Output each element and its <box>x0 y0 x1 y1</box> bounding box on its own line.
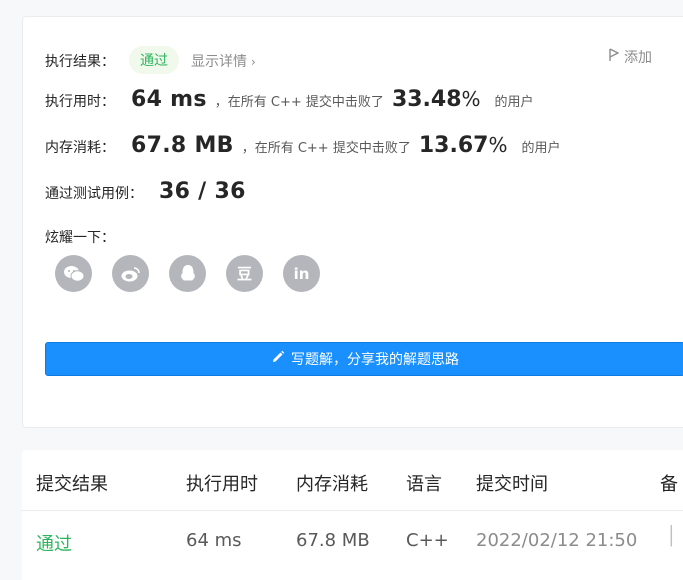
runtime-percent: 33.48 <box>391 87 462 112</box>
row-notes-divider: │ <box>666 526 677 547</box>
runtime-beat-text: ，在所有 C++ 提交中击败了 <box>214 95 384 110</box>
header-notes: 备 <box>660 474 678 495</box>
douban-icon[interactable]: 豆 <box>226 255 263 292</box>
show-details-label: 显示详情 <box>191 54 247 70</box>
status-badge: 通过 <box>129 46 179 74</box>
header-memory: 内存消耗 <box>296 474 368 495</box>
linkedin-icon[interactable]: in <box>283 255 320 292</box>
wechat-icon[interactable] <box>55 255 92 292</box>
table-header: 提交结果 执行用时 内存消耗 语言 提交时间 备 <box>22 450 683 511</box>
row-runtime: 64 ms <box>186 530 242 551</box>
runtime-label: 执行用时： <box>45 94 115 110</box>
runtime-suffix: 的用户 <box>494 95 534 110</box>
memory-label: 内存消耗： <box>45 140 115 156</box>
memory-suffix: 的用户 <box>521 141 561 156</box>
douban-glyph: 豆 <box>236 265 252 283</box>
add-to-list-label: 添加 <box>624 50 652 66</box>
memory-row: 内存消耗： 67.8 MB ，在所有 C++ 提交中击败了 13.67% 的用户 <box>45 133 560 158</box>
runtime-row: 执行用时： 64 ms ，在所有 C++ 提交中击败了 33.48% 的用户 <box>45 87 534 112</box>
memory-percent: 13.67 <box>418 133 489 158</box>
row-submit-time: 2022/02/12 21:50 <box>476 530 638 551</box>
flag-icon <box>609 48 620 66</box>
qq-icon[interactable] <box>169 255 206 292</box>
share-label: 炫耀一下： <box>45 230 115 246</box>
testcases-label: 通过测试用例： <box>45 186 143 202</box>
header-runtime: 执行用时 <box>186 474 258 495</box>
header-result: 提交结果 <box>36 474 108 495</box>
show-details-link[interactable]: 显示详情 › <box>191 51 256 71</box>
memory-percent-sign: % <box>488 133 508 157</box>
share-row: 炫耀一下： <box>45 227 115 247</box>
submission-result-card: 执行结果： 通过 显示详情 › 添加 执行用时： 64 ms ，在所有 C++ 提… <box>22 16 683 428</box>
write-solution-button[interactable]: 写题解，分享我的解题思路 <box>45 342 683 376</box>
result-row: 执行结果： 通过 显示详情 › <box>45 46 256 75</box>
submissions-table: 提交结果 执行用时 内存消耗 语言 提交时间 备 通过 64 ms 67.8 M… <box>22 450 683 580</box>
chevron-right-icon: › <box>251 55 256 69</box>
header-language: 语言 <box>406 474 442 495</box>
runtime-value: 64 ms <box>131 87 207 112</box>
write-solution-label: 写题解，分享我的解题思路 <box>291 352 459 368</box>
result-label: 执行结果： <box>45 54 115 70</box>
testcases-row: 通过测试用例： 36 / 36 <box>45 179 246 204</box>
header-submit-time: 提交时间 <box>476 474 548 495</box>
add-to-list-button[interactable]: 添加 <box>609 47 652 67</box>
weibo-icon[interactable] <box>112 255 149 292</box>
share-icons: 豆 in <box>55 255 320 292</box>
runtime-percent-sign: % <box>461 87 481 111</box>
linkedin-glyph: in <box>293 264 310 283</box>
memory-value: 67.8 MB <box>131 133 234 158</box>
pencil-icon <box>271 350 285 368</box>
row-memory: 67.8 MB <box>296 530 370 551</box>
testcases-value: 36 / 36 <box>159 179 246 204</box>
memory-beat-text: ，在所有 C++ 提交中击败了 <box>241 141 411 156</box>
row-language: C++ <box>406 530 449 551</box>
row-result-link[interactable]: 通过 <box>36 530 72 556</box>
